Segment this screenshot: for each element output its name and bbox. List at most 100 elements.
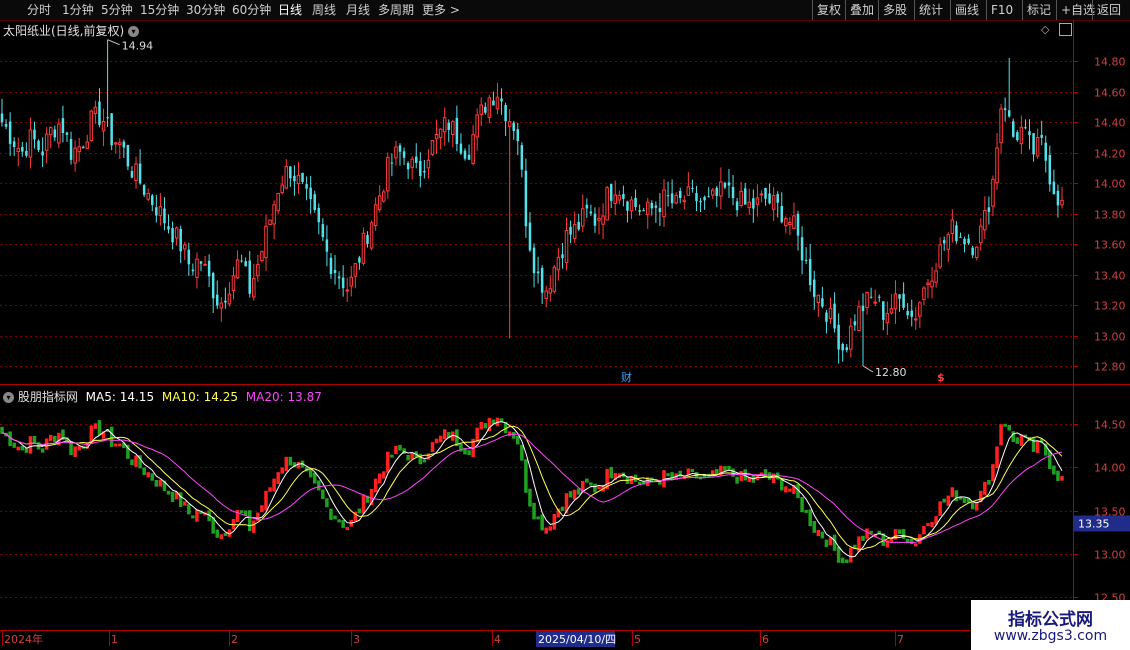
- price-candle-body: [487, 97, 492, 118]
- panel-toggle-icon[interactable]: [1059, 23, 1072, 36]
- ma5-line: [1, 421, 1063, 558]
- price-candle-body: [853, 321, 857, 326]
- indicator-title: ▾ 股朋指标网 MA5: 14.15 MA10: 14.25 MA20: 13.…: [3, 388, 322, 405]
- indicator-bar: [382, 471, 386, 479]
- price-candle-body: [118, 142, 122, 145]
- indicator-bar: [154, 480, 159, 487]
- indicator-bar: [909, 538, 914, 545]
- price-candle-body: [219, 302, 224, 309]
- indicator-bar: [333, 515, 337, 520]
- indicator-bar: [987, 480, 991, 485]
- price-candle-body: [678, 190, 682, 198]
- price-candle-body: [313, 194, 316, 211]
- indicator-bar: [438, 435, 443, 443]
- price-candle-body: [963, 238, 966, 245]
- indicator-bar: [231, 518, 236, 530]
- price-candle-body: [999, 108, 1003, 144]
- price-candle-body: [768, 193, 771, 204]
- price-candle-body: [235, 259, 240, 279]
- indicator-bar: [962, 497, 967, 504]
- indicator-bar: [548, 526, 553, 531]
- ind-y-label: 14.00: [1094, 462, 1126, 475]
- diamond-icon[interactable]: ◇: [1041, 23, 1049, 36]
- price-chart[interactable]: 14.80 14.60 14.40 14.20 14.00 13.80 13.60 13.40…: [0, 0, 1130, 650]
- price-candle-body: [971, 247, 974, 256]
- indicator-bar: [28, 436, 33, 454]
- indicator-bar: [113, 443, 118, 447]
- price-candle-body: [841, 343, 844, 351]
- indicator-bar: [597, 486, 601, 490]
- indicator-bar: [788, 488, 792, 492]
- price-candle-body: [329, 257, 333, 275]
- price-candle-body: [1040, 134, 1043, 138]
- price-candle-body: [126, 144, 130, 167]
- price-candle-body: [398, 145, 402, 152]
- price-candle-body: [492, 100, 495, 106]
- price-candle-body: [377, 195, 382, 211]
- indicator-bar: [666, 473, 670, 477]
- price-candle-body: [113, 142, 118, 145]
- price-candle-body: [1003, 108, 1007, 110]
- indicator-bar: [560, 506, 565, 511]
- price-candle-body: [902, 293, 905, 308]
- price-candle-body: [759, 193, 764, 196]
- indicator-bar: [308, 468, 313, 478]
- indicator-bar: [938, 501, 942, 516]
- price-candle-body: [918, 302, 922, 317]
- price-candle-body: [585, 204, 589, 209]
- indicator-bar: [507, 431, 512, 437]
- indicator-bar: [767, 472, 772, 480]
- indicator-bar: [552, 514, 557, 530]
- price-candle-body: [321, 224, 325, 238]
- ma20-line: [1, 432, 1063, 544]
- indicator-bar: [991, 464, 995, 482]
- price-candle-body: [849, 325, 853, 350]
- price-candle-body: [813, 279, 816, 297]
- indicator-bar: [970, 502, 975, 510]
- indicator-bar: [727, 465, 731, 470]
- indicator-bar: [1052, 465, 1056, 475]
- x-axis-label: 2: [231, 633, 238, 646]
- price-candle-body: [187, 249, 191, 265]
- price-candle-body: [882, 301, 885, 320]
- options-icon[interactable]: ▾: [128, 26, 140, 37]
- price-candle-body: [268, 219, 272, 225]
- price-candle-body: [634, 197, 637, 207]
- price-candle-body: [650, 202, 654, 209]
- price-candle-body: [500, 98, 503, 102]
- indicator-bar: [312, 472, 317, 484]
- price-candle-body: [426, 159, 431, 169]
- indicator-bar: [1056, 470, 1060, 481]
- price-candle-body: [41, 151, 44, 156]
- price-candle-body: [260, 251, 264, 261]
- indicator-options-icon[interactable]: ▾: [3, 392, 14, 403]
- price-candle-body: [914, 318, 918, 321]
- price-candle-body: [520, 145, 524, 170]
- main-y-label: 13.80: [1094, 209, 1126, 222]
- price-candle-body: [544, 290, 548, 299]
- price-candle-body: [572, 223, 577, 239]
- price-candle-body: [658, 208, 662, 212]
- indicator-bar: [410, 452, 414, 460]
- price-candle-body: [57, 123, 61, 144]
- main-y-label: 14.00: [1094, 178, 1126, 191]
- indicator-bar: [73, 446, 77, 457]
- main-y-label: 13.00: [1094, 331, 1126, 344]
- price-candle-body: [224, 300, 227, 303]
- price-candle-body: [1032, 133, 1035, 155]
- price-candle-body: [252, 278, 256, 298]
- indicator-bar: [223, 533, 228, 537]
- indicator-bar: [528, 488, 532, 507]
- price-candle-body: [889, 308, 894, 314]
- price-candle-body: [353, 263, 358, 277]
- ma10-value: MA10: 14.25: [161, 390, 238, 404]
- price-candle-body: [203, 263, 207, 266]
- price-candle-body: [723, 182, 727, 188]
- price-candle-body: [955, 225, 958, 241]
- indicator-bar: [276, 472, 280, 484]
- indicator-bar: [1011, 431, 1016, 443]
- price-candle-body: [950, 219, 955, 235]
- indicator-bar: [800, 497, 804, 513]
- price-candle-body: [434, 133, 439, 140]
- high-pointer: [107, 39, 120, 46]
